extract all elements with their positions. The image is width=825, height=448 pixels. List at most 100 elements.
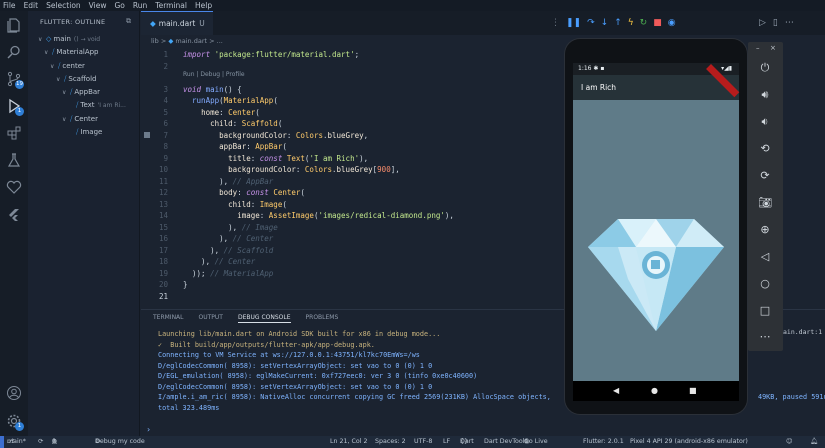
chevron-down-icon[interactable]: ∨ <box>50 60 58 73</box>
step-over-icon[interactable]: ↷ <box>587 17 595 29</box>
overview-icon[interactable]: □ <box>757 303 773 319</box>
power-icon[interactable]: ⏻ <box>757 60 773 76</box>
account-icon[interactable] <box>6 385 22 401</box>
back-nav-icon[interactable]: ◀ <box>613 385 619 397</box>
more-options-icon[interactable]: ⋯ <box>757 329 773 345</box>
devtools-icon[interactable]: ◉ <box>668 17 676 29</box>
menu-selection[interactable]: Selection <box>46 0 81 11</box>
restart-icon[interactable]: ↻ <box>640 17 648 29</box>
menu-go[interactable]: Go <box>114 0 124 11</box>
more-actions-icon[interactable]: ⋯ <box>785 17 794 29</box>
indentation[interactable]: Spaces: 2 <box>375 436 406 448</box>
source-control-badge: 19 <box>15 80 24 89</box>
emulator-screen[interactable]: 1:16 ✱ ▪ ▾◢▮ I am Rich <box>573 63 739 381</box>
settings-badge: 1 <box>15 422 24 431</box>
code-line: 8 appBar: AppBar( <box>163 142 287 151</box>
minimize-icon[interactable]: – <box>756 42 760 54</box>
extensions-icon[interactable] <box>6 125 22 141</box>
pause-icon[interactable]: ❚❚ <box>566 17 581 29</box>
menu-run[interactable]: Run <box>133 0 147 11</box>
collapse-all-icon[interactable]: ⧉ <box>126 17 131 26</box>
emulator-window-controls: – × <box>748 42 783 54</box>
tab-main-dart[interactable]: ◆ main.dart U <box>141 11 213 35</box>
flutter-icon[interactable] <box>6 207 22 223</box>
home-icon[interactable]: ○ <box>757 276 773 292</box>
tree-item-materialapp[interactable]: ∨ ⧸ MaterialApp <box>28 46 140 59</box>
code-line: 16 ), // Center <box>158 234 274 243</box>
tab-problems[interactable]: PROBLEMS <box>306 314 339 323</box>
split-editor-icon[interactable]: ▯ <box>773 17 778 29</box>
tab-terminal[interactable]: TERMINAL <box>153 314 184 323</box>
device-selector[interactable]: Pixel 4 API 29 (android-x86 emulator) <box>630 436 748 448</box>
output-source-link[interactable]: ain.dart:1 <box>783 325 825 339</box>
outline-tree: ∨ ◇ main() → void ∨ ⧸ MaterialApp ∨ ⧸ center ∨… <box>28 33 140 139</box>
settings-gear-icon[interactable]: 1 <box>6 413 24 431</box>
testing-flask-icon[interactable] <box>6 152 22 168</box>
cursor-position[interactable]: Ln 21, Col 2 <box>330 436 368 448</box>
menu-terminal[interactable]: Terminal <box>155 0 187 11</box>
run-debug-icon[interactable]: 1 <box>6 98 24 116</box>
tree-item-label: Text <box>80 101 95 110</box>
search-icon[interactable] <box>6 44 22 60</box>
tree-item-appbar[interactable]: ∨ ⧸ AppBar <box>28 86 140 99</box>
chevron-down-icon[interactable]: ∨ <box>62 86 70 99</box>
run-config-icon[interactable]: ▷ <box>759 17 766 29</box>
volume-up-icon[interactable]: 🔊︎ <box>757 87 773 103</box>
step-out-icon[interactable]: ↑ <box>614 17 622 29</box>
tree-item-scaffold[interactable]: ∨ ⧸ Scaffold <box>28 73 140 86</box>
feedback-icon[interactable]: ☺ <box>786 436 793 448</box>
dart-devtools[interactable]: Dart DevTools <box>484 436 528 448</box>
remote-indicator[interactable] <box>0 436 4 448</box>
tree-item-main[interactable]: ∨ ◇ main() → void <box>28 33 140 46</box>
stop-icon[interactable]: ■ <box>653 17 662 29</box>
tab-modified-indicator: U <box>199 19 205 28</box>
dart-file-icon: ◆ <box>150 19 156 28</box>
console-input-chevron-icon[interactable]: › <box>147 425 150 434</box>
step-into-icon[interactable]: ↓ <box>601 17 609 29</box>
camera-screenshot-icon[interactable]: 📷︎ <box>757 195 773 211</box>
back-icon[interactable]: ◁ <box>757 249 773 265</box>
menu-view[interactable]: View <box>89 0 107 11</box>
android-nav-bar: ◀ ● ■ <box>573 381 739 401</box>
codelens-run-debug[interactable]: Run | Debug | Profile <box>183 71 245 78</box>
chevron-down-icon[interactable]: ∨ <box>56 73 64 86</box>
breadcrumb-lib[interactable]: lib <box>151 37 159 45</box>
chevron-down-icon[interactable]: ∨ <box>62 113 70 126</box>
line-ending[interactable]: LF <box>443 436 450 448</box>
sync-icon[interactable]: ⟳ <box>38 436 43 448</box>
tree-item-text[interactable]: ⧸ Text 'I am Ri... <box>28 99 140 112</box>
code-line: 17 ), // Scaffold <box>158 245 274 255</box>
recents-nav-icon[interactable]: ■ <box>689 385 697 397</box>
source-control-icon[interactable]: 19 <box>6 71 24 89</box>
breadcrumb-file[interactable]: main.dart <box>175 37 207 45</box>
code-line-current: 21 <box>158 291 168 301</box>
tree-item-center[interactable]: ∨ ⧸ center <box>28 60 140 73</box>
encoding[interactable]: UTF-8 <box>414 436 432 448</box>
menu-help[interactable]: Help <box>195 0 212 11</box>
drag-handle-icon[interactable]: ⋮ <box>551 17 560 29</box>
flutter-version[interactable]: Flutter: 2.0.1 <box>583 436 624 448</box>
explorer-icon[interactable] <box>6 17 22 33</box>
rotate-right-icon[interactable]: ⟳ <box>757 168 773 184</box>
breadcrumb-more[interactable]: ... <box>217 37 223 45</box>
flutter-widget-icon: ⧸ <box>58 61 61 70</box>
tab-debug-console[interactable]: DEBUG CONSOLE <box>237 314 291 323</box>
menu-edit[interactable]: Edit <box>24 0 39 11</box>
tree-item-label: center <box>62 61 85 70</box>
close-icon[interactable]: × <box>770 42 776 54</box>
code-line: 4 runApp(MaterialApp( <box>163 96 278 105</box>
menu-file[interactable]: File <box>3 0 16 11</box>
dart-file-icon: ◆ <box>168 37 174 45</box>
rotate-left-icon[interactable]: ⟲ <box>757 141 773 157</box>
chevron-down-icon[interactable]: ∨ <box>38 33 46 46</box>
notifications-bell-icon[interactable]: 🔔︎ <box>810 436 818 448</box>
tree-item-image[interactable]: ⧸ Image <box>28 126 140 139</box>
tab-output[interactable]: OUTPUT <box>199 314 223 323</box>
chevron-down-icon[interactable]: ∨ <box>44 46 52 59</box>
heart-icon[interactable] <box>6 179 22 195</box>
home-nav-icon[interactable]: ● <box>651 385 658 397</box>
tree-item-center-body[interactable]: ∨ ⧸ Center <box>28 113 140 126</box>
zoom-icon[interactable]: ⊕ <box>757 222 773 238</box>
hot-reload-icon[interactable]: ϟ <box>628 17 634 29</box>
volume-down-icon[interactable]: 🔉︎ <box>757 114 773 130</box>
